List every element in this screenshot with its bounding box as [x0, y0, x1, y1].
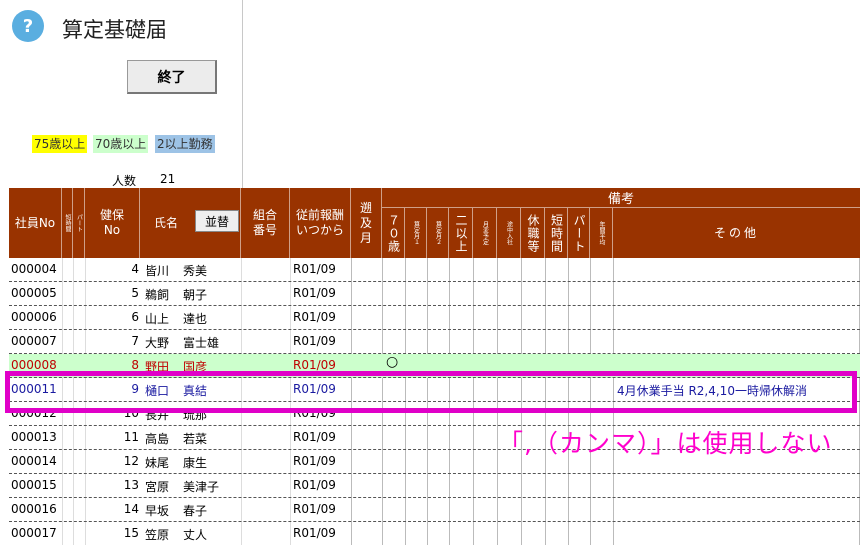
page-title: 算定基礎届: [62, 18, 167, 42]
sort-button[interactable]: 並替: [195, 210, 239, 232]
annotation-text: 「,（カンマ）」は使用しない: [498, 429, 833, 458]
kenpo-no-cell[interactable]: 5: [131, 286, 139, 300]
prev-salary-date-cell[interactable]: R01/09: [293, 310, 336, 324]
first-name-cell[interactable]: 美津子: [183, 478, 219, 495]
prev-salary-date-cell[interactable]: R01/09: [293, 454, 336, 468]
kenpo-no-cell[interactable]: 13: [124, 478, 139, 492]
employee-no-cell[interactable]: 000014: [11, 454, 57, 468]
employee-no-cell[interactable]: 000008: [11, 358, 57, 372]
divider: [242, 0, 243, 188]
header-bikou: 備考: [382, 188, 860, 208]
kenpo-no-cell[interactable]: 15: [124, 526, 139, 540]
employee-no-cell[interactable]: 000004: [11, 262, 57, 276]
first-name-cell[interactable]: 朝子: [183, 286, 207, 303]
employee-no-cell[interactable]: 000016: [11, 502, 57, 516]
employee-no-cell[interactable]: 000007: [11, 334, 57, 348]
last-name-cell[interactable]: 早坂: [145, 502, 169, 519]
age70-mark-cell[interactable]: ○: [386, 354, 398, 370]
kenpo-no-cell[interactable]: 12: [124, 454, 139, 468]
header-retro-month: 遡 及 月: [351, 188, 382, 258]
last-name-cell[interactable]: 宮原: [145, 478, 169, 495]
table-row[interactable]: 000016 14 早坂 春子 R01/09: [9, 498, 860, 522]
prev-salary-date-cell[interactable]: R01/09: [293, 358, 336, 372]
last-name-cell[interactable]: 山上: [145, 310, 169, 327]
prev-salary-date-cell[interactable]: R01/09: [293, 262, 336, 276]
employee-no-cell[interactable]: 000015: [11, 478, 57, 492]
first-name-cell[interactable]: 康生: [183, 454, 207, 471]
kenpo-no-cell[interactable]: 6: [131, 310, 139, 324]
legend-age70: 70歳以上: [93, 135, 149, 153]
header-month2: 算定月２: [427, 208, 449, 258]
header-month1: 算定月１: [405, 208, 427, 258]
header-prev-salary: 従前報酬 いつから: [290, 188, 351, 258]
table-row[interactable]: 000007 7 大野 富士雄 R01/09: [9, 330, 860, 354]
kenpo-no-cell[interactable]: 11: [124, 430, 139, 444]
header-annual-avg: 年間平均: [590, 208, 613, 258]
employee-no-cell[interactable]: 000017: [11, 526, 57, 540]
top-panel: ? 算定基礎届 終了 75歳以上 70歳以上 2以上勤務 人数 21: [0, 0, 868, 188]
table-row[interactable]: 000006 6 山上 達也 R01/09: [9, 306, 860, 330]
prev-salary-date-cell[interactable]: R01/09: [293, 286, 336, 300]
help-icon[interactable]: ?: [12, 10, 44, 42]
header-short-time: 短時間: [62, 188, 73, 258]
first-name-cell[interactable]: 富士雄: [183, 334, 219, 351]
header-other: その他: [713, 225, 759, 240]
kenpo-no-cell[interactable]: 7: [131, 334, 139, 348]
table-row[interactable]: 000015 13 宮原 美津子 R01/09: [9, 474, 860, 498]
header-kenpo-no: 健保 No: [85, 188, 140, 258]
highlight-frame: [5, 371, 857, 413]
legend-multi-work: 2以上勤務: [155, 135, 215, 153]
first-name-cell[interactable]: 秀美: [183, 262, 207, 279]
header-mid-join: 途中入社: [497, 208, 521, 258]
header-short: 短時間: [545, 208, 568, 258]
header-age70: ７０歳: [382, 208, 405, 258]
header-two-or-more: 二以上: [449, 208, 473, 258]
first-name-cell[interactable]: 若菜: [183, 430, 207, 447]
header-part: パート: [73, 188, 85, 258]
employee-no-cell[interactable]: 000013: [11, 430, 57, 444]
header-kumiai-no: 組合 番号: [241, 188, 290, 258]
legend-age75: 75歳以上: [32, 135, 88, 153]
end-button[interactable]: 終了: [127, 60, 217, 94]
prev-salary-date-cell[interactable]: R01/09: [293, 430, 336, 444]
table-row[interactable]: 000017 15 笠原 丈人 R01/09: [9, 522, 860, 545]
last-name-cell[interactable]: 高島: [145, 430, 169, 447]
table-header: 社員No 短時間 パート 健保 No 氏名 組合 番号 従前報酬 いつから 遡 …: [9, 188, 860, 258]
prev-salary-date-cell[interactable]: R01/09: [293, 478, 336, 492]
prev-salary-date-cell[interactable]: R01/09: [293, 334, 336, 348]
table-row[interactable]: 000005 5 鵜飼 朝子 R01/09: [9, 282, 860, 306]
first-name-cell[interactable]: 春子: [183, 502, 207, 519]
last-name-cell[interactable]: 笠原: [145, 526, 169, 543]
first-name-cell[interactable]: 達也: [183, 310, 207, 327]
kenpo-no-cell[interactable]: 14: [124, 502, 139, 516]
header-part-time: パート: [568, 208, 590, 258]
table-row[interactable]: 000004 4 皆川 秀美 R01/09: [9, 258, 860, 282]
header-leave: 休職等: [521, 208, 545, 258]
header-change-plan: 月変予定: [473, 208, 497, 258]
last-name-cell[interactable]: 妹尾: [145, 454, 169, 471]
employee-no-cell[interactable]: 000006: [11, 310, 57, 324]
header-employee-no: 社員No: [9, 188, 62, 258]
prev-salary-date-cell[interactable]: R01/09: [293, 502, 336, 516]
last-name-cell[interactable]: 鵜飼: [145, 286, 169, 303]
first-name-cell[interactable]: 丈人: [183, 526, 207, 543]
kenpo-no-cell[interactable]: 4: [131, 262, 139, 276]
last-name-cell[interactable]: 皆川: [145, 262, 169, 279]
headcount-label: 人数: [112, 174, 137, 188]
kenpo-no-cell[interactable]: 8: [131, 358, 139, 372]
employee-no-cell[interactable]: 000005: [11, 286, 57, 300]
headcount-value: 21: [160, 172, 176, 186]
last-name-cell[interactable]: 大野: [145, 334, 169, 351]
prev-salary-date-cell[interactable]: R01/09: [293, 526, 336, 540]
